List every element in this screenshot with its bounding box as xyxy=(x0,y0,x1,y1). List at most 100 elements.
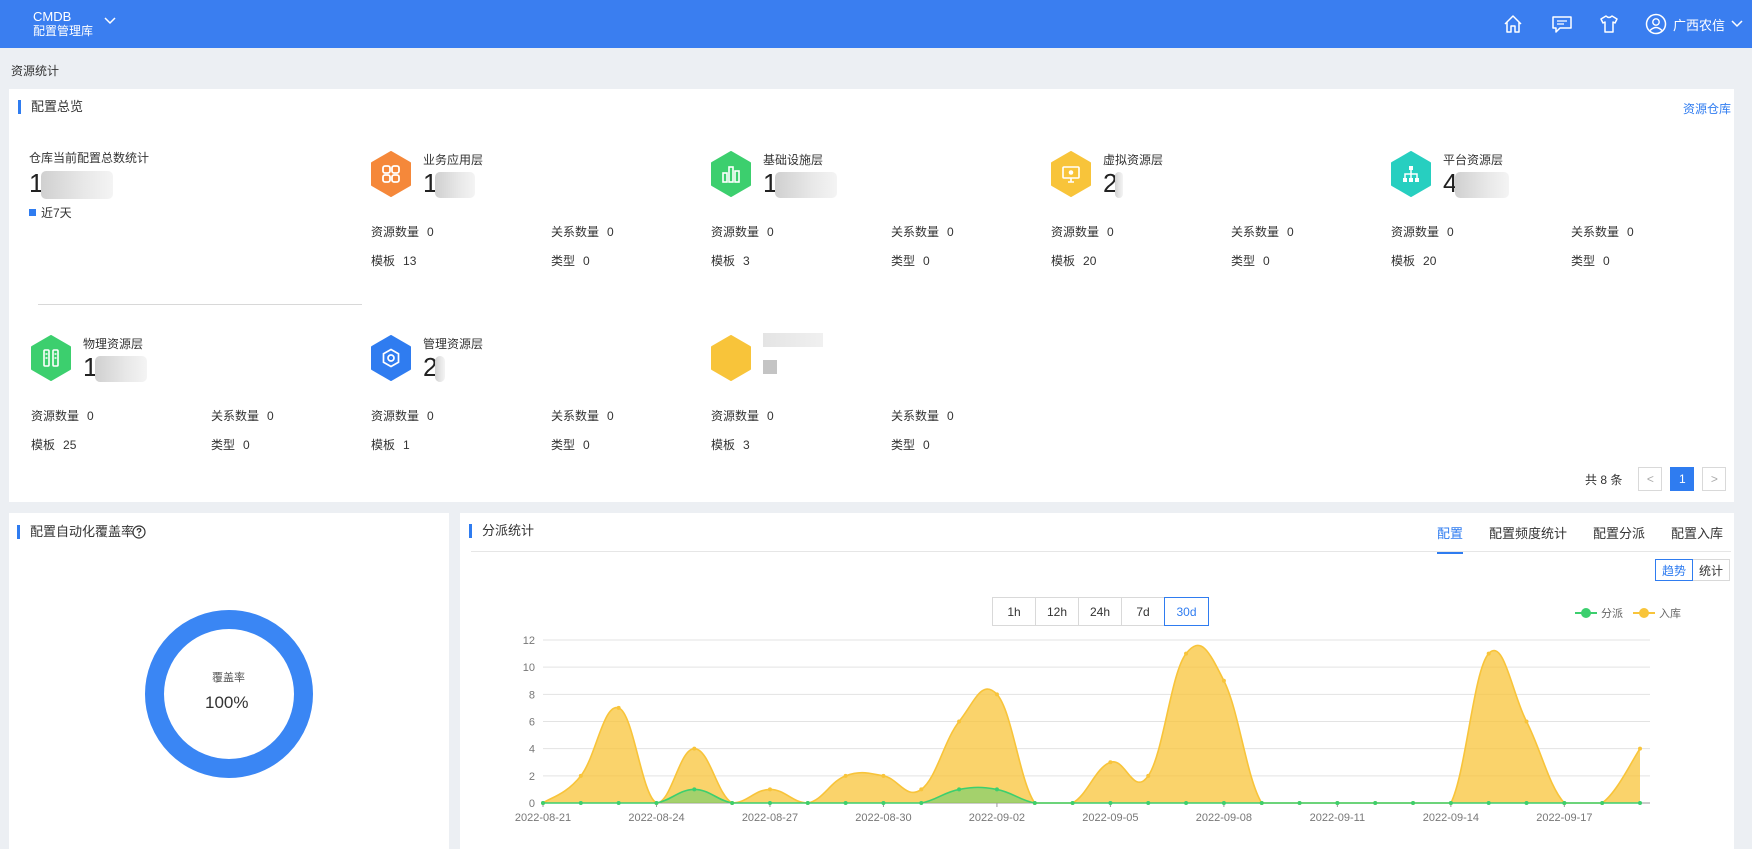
data-point[interactable] xyxy=(843,801,848,805)
shirt-icon[interactable] xyxy=(1598,13,1620,35)
data-point[interactable] xyxy=(1108,760,1113,765)
stats-toggle-button[interactable]: 统计 xyxy=(1692,559,1730,581)
data-point[interactable] xyxy=(616,801,621,805)
trend-toggle-button[interactable]: 趋势 xyxy=(1655,559,1693,581)
question-circle-icon[interactable] xyxy=(132,525,146,539)
layer-card[interactable]: 物理资源层 1 资源数量 0 关系数量 0 模板 25 类型 0 xyxy=(31,335,371,485)
legend-item[interactable]: 分派 xyxy=(1575,605,1623,621)
brand[interactable]: CMDB 配置管理库 xyxy=(33,9,93,39)
layer-count: 4 xyxy=(1443,168,1510,199)
layer-hex-badge xyxy=(31,335,71,381)
layer-hex-badge xyxy=(371,151,411,197)
data-point[interactable] xyxy=(1638,746,1642,751)
data-point[interactable] xyxy=(541,801,545,805)
dispatch-tab[interactable]: 配置分派 xyxy=(1593,523,1645,554)
data-point[interactable] xyxy=(919,787,924,792)
data-point[interactable] xyxy=(843,773,848,778)
layer-card[interactable]: 平台资源层 4 资源数量 0 关系数量 0 模板 20 类型 0 xyxy=(1391,151,1731,301)
data-point[interactable] xyxy=(1486,801,1491,805)
page-1-button[interactable]: 1 xyxy=(1670,467,1695,491)
data-point[interactable] xyxy=(1259,801,1264,805)
data-point[interactable] xyxy=(1221,678,1226,683)
data-point[interactable] xyxy=(1335,801,1340,805)
user-menu[interactable]: 广西农信 xyxy=(1645,12,1743,36)
redacted-count xyxy=(763,360,777,374)
data-point[interactable] xyxy=(1638,801,1642,805)
data-point[interactable] xyxy=(994,692,999,697)
resource-count: 资源数量 0 xyxy=(371,225,434,239)
data-point[interactable] xyxy=(881,773,886,778)
data-point[interactable] xyxy=(1297,801,1302,805)
data-point[interactable] xyxy=(881,801,886,805)
user-icon xyxy=(1645,13,1667,35)
data-point[interactable] xyxy=(1600,801,1605,805)
data-point[interactable] xyxy=(1146,773,1151,778)
data-point[interactable] xyxy=(1486,651,1491,656)
resource-count: 资源数量 0 xyxy=(711,225,774,239)
range-button-1h[interactable]: 1h xyxy=(992,597,1036,626)
data-point[interactable] xyxy=(957,787,962,792)
prev-page-button[interactable]: < xyxy=(1638,467,1663,491)
message-icon[interactable] xyxy=(1551,13,1573,35)
data-point[interactable] xyxy=(994,787,999,792)
data-point[interactable] xyxy=(730,801,735,805)
data-point[interactable] xyxy=(1562,801,1567,805)
x-tick-label: 2022-08-30 xyxy=(855,812,911,824)
type-count: 类型 0 xyxy=(551,254,590,268)
data-point[interactable] xyxy=(919,801,924,805)
chevron-down-icon[interactable] xyxy=(104,16,116,26)
relation-count: 关系数量 0 xyxy=(1571,225,1634,239)
data-point[interactable] xyxy=(767,801,772,805)
blank-icon xyxy=(721,348,741,368)
range-button-30d[interactable]: 30d xyxy=(1164,597,1209,626)
chart-legend: 分派 入库 xyxy=(1565,605,1681,621)
coverage-label: 覆盖率 xyxy=(212,672,245,684)
range-button-7d[interactable]: 7d xyxy=(1121,597,1165,626)
redacted-value xyxy=(95,356,148,383)
layer-count: 1 xyxy=(83,352,148,383)
layer-card[interactable]: 业务应用层 1 资源数量 0 关系数量 0 模板 13 类型 0 xyxy=(371,151,711,301)
layer-card[interactable]: 资源数量 0 关系数量 0 模板 3 类型 0 xyxy=(711,333,1051,485)
layer-card[interactable]: 基础设施层 1 资源数量 0 关系数量 0 模板 3 类型 0 xyxy=(711,151,1051,301)
top-bar: CMDB 配置管理库 广西农信 xyxy=(0,0,1752,48)
data-point[interactable] xyxy=(957,719,962,724)
data-point[interactable] xyxy=(1070,801,1075,805)
total-legend[interactable]: 近7天 xyxy=(29,204,72,221)
home-icon[interactable] xyxy=(1502,13,1524,35)
range-button-12h[interactable]: 12h xyxy=(1035,597,1079,626)
data-point[interactable] xyxy=(1524,801,1529,805)
legend-marker xyxy=(29,209,36,216)
data-point[interactable] xyxy=(1184,801,1189,805)
y-tick-label: 8 xyxy=(529,689,535,701)
dispatch-tab[interactable]: 配置 xyxy=(1437,523,1464,554)
data-point[interactable] xyxy=(1448,801,1453,805)
range-button-24h[interactable]: 24h xyxy=(1078,597,1122,626)
data-point[interactable] xyxy=(805,801,810,805)
redacted-value xyxy=(435,172,476,199)
data-point[interactable] xyxy=(1221,801,1226,805)
data-point[interactable] xyxy=(692,746,697,751)
next-page-button[interactable]: > xyxy=(1702,467,1727,491)
data-point[interactable] xyxy=(616,705,621,710)
data-point[interactable] xyxy=(1411,801,1416,805)
layer-card[interactable]: 虚拟资源层 2 资源数量 0 关系数量 0 模板 20 类型 0 xyxy=(1051,151,1391,301)
dispatch-tab[interactable]: 配置频度统计 xyxy=(1489,523,1567,554)
data-point[interactable] xyxy=(1373,801,1378,805)
relation-count: 关系数量 0 xyxy=(211,409,274,423)
resource-warehouse-link[interactable]: 资源仓库 xyxy=(1683,100,1731,117)
dispatch-tab[interactable]: 配置入库 xyxy=(1671,523,1723,554)
data-point[interactable] xyxy=(578,801,583,805)
data-point[interactable] xyxy=(1524,719,1529,724)
data-point[interactable] xyxy=(767,787,772,792)
x-tick-label: 2022-09-05 xyxy=(1082,812,1138,824)
layer-card[interactable]: 管理资源层 2 资源数量 0 关系数量 0 模板 1 类型 0 xyxy=(371,335,711,485)
data-point[interactable] xyxy=(1146,801,1151,805)
dispatch-chart: 0 2 4 6 8 10 12 2022-08-21 2022-08-24 2022-08-27 2… xyxy=(515,635,1650,824)
legend-item[interactable]: 入库 xyxy=(1633,605,1681,621)
data-point[interactable] xyxy=(692,787,697,792)
data-point[interactable] xyxy=(1032,801,1037,805)
data-point[interactable] xyxy=(654,801,659,805)
data-point[interactable] xyxy=(1184,651,1189,656)
data-point[interactable] xyxy=(578,773,583,778)
data-point[interactable] xyxy=(1108,801,1113,805)
